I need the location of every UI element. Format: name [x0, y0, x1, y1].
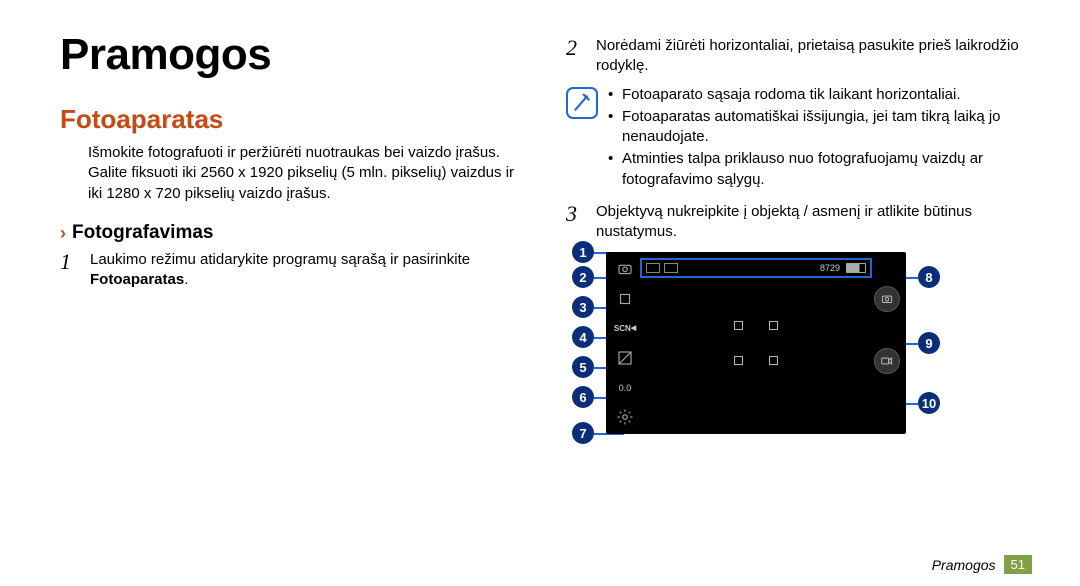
switch-camera-icon[interactable]: [612, 256, 638, 282]
camera-diagram: 1 2 3 4 5 6 7 8 9 10: [606, 252, 1032, 434]
footer-label: Pramogos: [932, 557, 996, 573]
step-text: Norėdami žiūrėti horizontaliai, prietais…: [596, 36, 1032, 77]
note-item: Fotoaparato sąsaja rodoma tik laikant ho…: [608, 85, 1032, 105]
record-button[interactable]: [874, 348, 900, 374]
battery-icon: [846, 263, 866, 273]
callout-4: 4: [572, 326, 594, 348]
step-text: Laukimo režimu atidarykite programų sąra…: [90, 250, 526, 291]
callout-2: 2: [572, 266, 594, 288]
section-heading: Fotoaparatas: [60, 104, 526, 135]
camera-status-bar: 8729: [640, 258, 872, 278]
camera-left-toolbar: SCN◀ 0.0: [612, 256, 638, 430]
callout-9: 9: [918, 332, 940, 354]
note-list: Fotoaparato sąsaja rodoma tik laikant ho…: [608, 85, 1032, 192]
page: Pramogos Fotoaparatas Išmokite fotografu…: [0, 0, 1080, 434]
callout-5: 5: [572, 356, 594, 378]
callout-6: 6: [572, 386, 594, 408]
page-title: Pramogos: [60, 30, 526, 80]
chevron-icon: ›: [60, 224, 66, 242]
scene-mode-icon[interactable]: SCN◀: [612, 315, 638, 341]
status-icons: [646, 263, 678, 273]
note-box: Fotoaparato sąsaja rodoma tik laikant ho…: [566, 85, 1032, 192]
subsection-label: Fotografavimas: [72, 222, 213, 244]
callout-3: 3: [572, 296, 594, 318]
callout-1: 1: [572, 241, 594, 263]
right-column: 2 Norėdami žiūrėti horizontaliai, prieta…: [566, 30, 1032, 434]
step-number: 2: [566, 36, 586, 77]
shooting-mode-icon[interactable]: [612, 286, 638, 312]
storage-icon: [664, 263, 678, 273]
shots-remaining: 8729: [820, 263, 840, 273]
step-number: 3: [566, 202, 586, 243]
step-text: Objektyvą nukreipkite į objektą / asmenį…: [596, 202, 1032, 243]
step-number: 1: [60, 250, 80, 291]
note-item: Fotoaparatas automatiškai išsijungia, je…: [608, 107, 1032, 148]
callout-8: 8: [918, 266, 940, 288]
resolution-icon: [646, 263, 660, 273]
page-number: 51: [1004, 555, 1032, 574]
exposure-icon[interactable]: [612, 345, 638, 371]
focus-indicator: [734, 321, 778, 365]
step-1: 1 Laukimo režimu atidarykite programų są…: [60, 250, 526, 291]
step-2: 2 Norėdami žiūrėti horizontaliai, prieta…: [566, 36, 1032, 77]
callout-10: 10: [918, 392, 940, 414]
note-icon: [566, 87, 598, 119]
subsection-heading: › Fotografavimas: [60, 222, 526, 244]
intro-text: Išmokite fotografuoti ir peržiūrėti nuot…: [88, 143, 526, 204]
page-footer: Pramogos 51: [932, 555, 1032, 574]
callout-7: 7: [572, 422, 594, 444]
camera-preview: 8729 SCN◀: [606, 252, 906, 434]
note-item: Atminties talpa priklauso nuo fotografuo…: [608, 149, 1032, 190]
exposure-value[interactable]: 0.0: [612, 375, 638, 401]
left-column: Pramogos Fotoaparatas Išmokite fotografu…: [60, 30, 526, 434]
step-3: 3 Objektyvą nukreipkite į objektą / asme…: [566, 202, 1032, 243]
shutter-button[interactable]: [874, 286, 900, 312]
settings-icon[interactable]: [612, 404, 638, 430]
camera-right-toolbar: [874, 286, 900, 374]
